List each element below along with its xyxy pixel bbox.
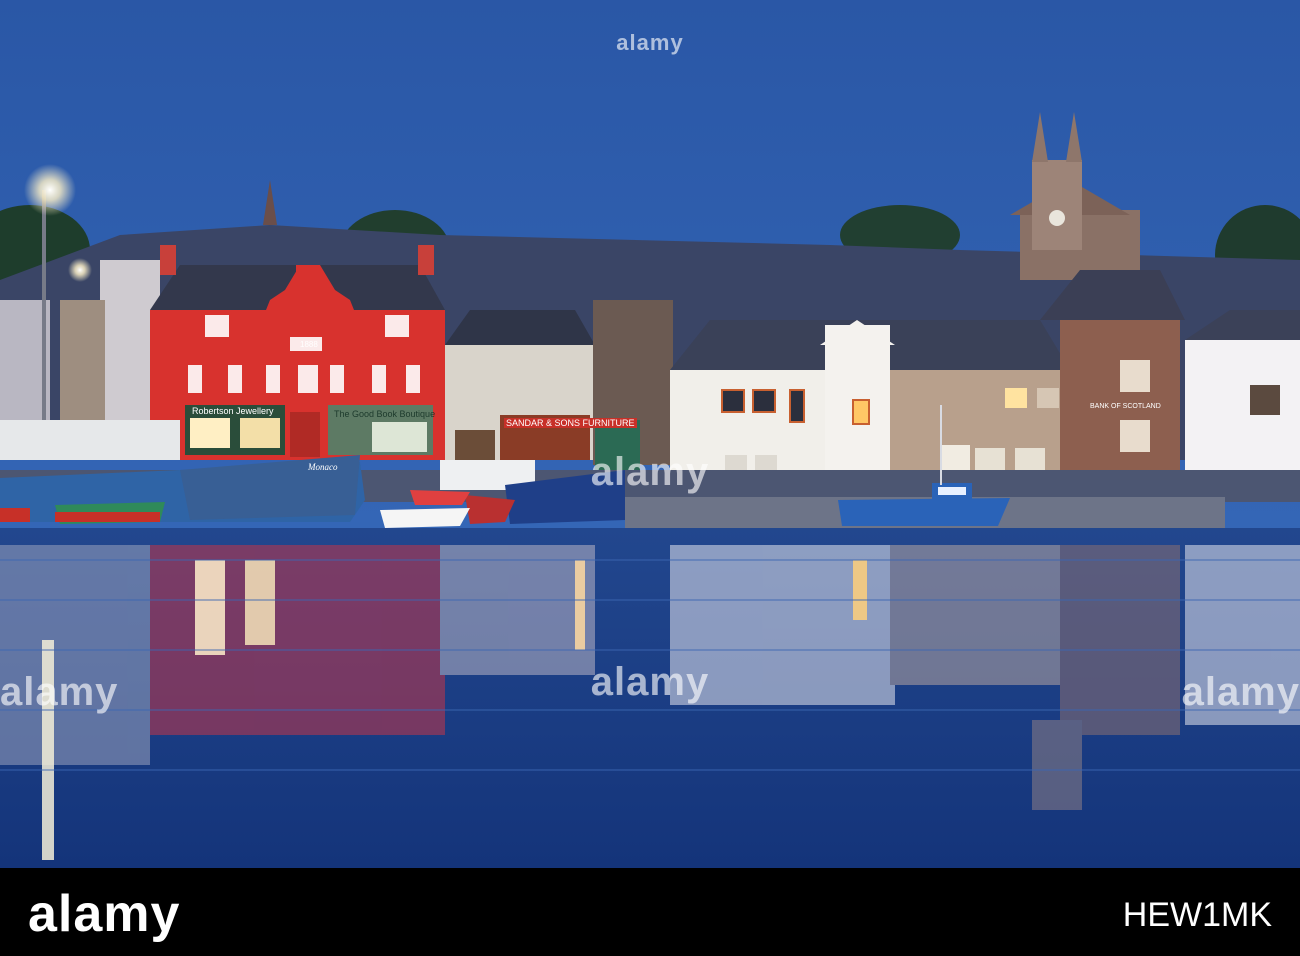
window [1037, 388, 1059, 408]
footer-bar: alamy HEW1MK [0, 868, 1300, 956]
lamp-post [42, 190, 46, 450]
watermark-text: alamy [590, 450, 710, 494]
red-building [150, 245, 445, 460]
watermark-text: alamy [590, 660, 710, 704]
harbour-scene [0, 0, 1300, 868]
shop-sign: SANDAR & SONS FURNITURE [504, 418, 637, 428]
window-lit [1005, 388, 1027, 408]
house [60, 300, 105, 440]
window [1120, 360, 1150, 392]
roof [445, 310, 595, 345]
window [1120, 420, 1150, 452]
street-lamp-icon [24, 164, 76, 216]
bank-sign: BANK OF SCOTLAND [1090, 403, 1161, 410]
harbour-photo: Robertson Jewellery The Good Book Boutiq… [0, 0, 1300, 868]
shop-sign: Robertson Jewellery [192, 406, 274, 416]
alamy-logo: alamy [28, 885, 181, 943]
image-reference: HEW1MK [1122, 896, 1272, 934]
date-plaque: 1888 [300, 340, 318, 349]
window [1250, 385, 1280, 415]
shop-sign: The Good Book Boutique [334, 409, 436, 419]
street-lamp-icon [68, 258, 92, 282]
watermark-text: alamy [616, 30, 684, 55]
